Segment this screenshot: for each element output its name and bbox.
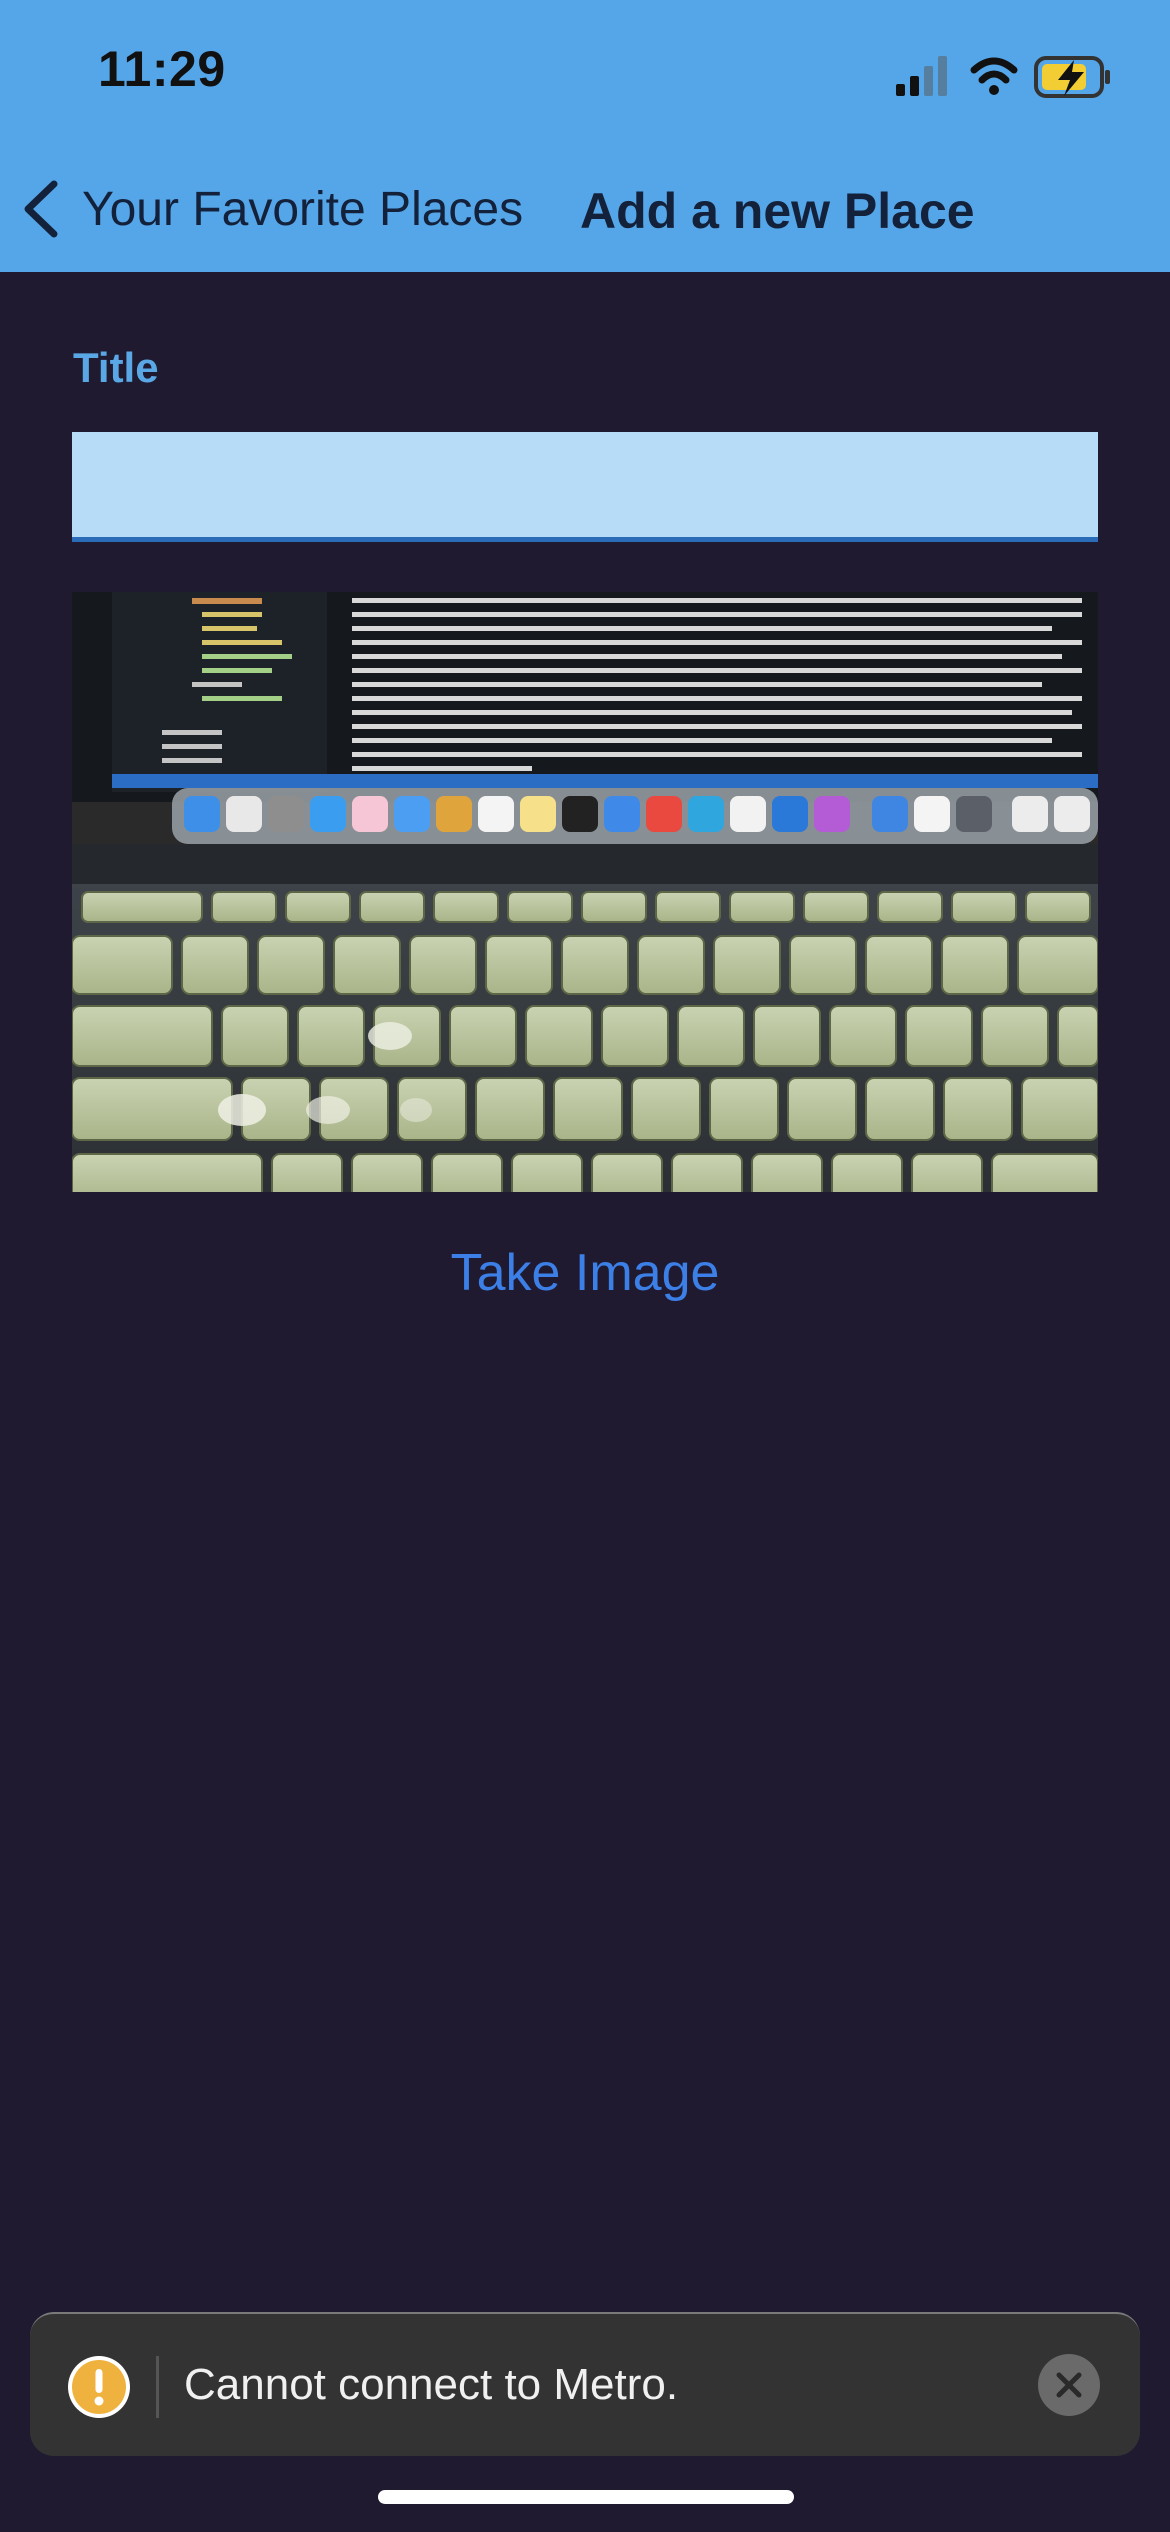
title-input[interactable] [72,432,1098,542]
title-label: Title [73,344,159,391]
screen-title: Add a new Place [580,183,975,239]
home-indicator[interactable] [378,2490,794,2504]
laptop-photo-image [72,592,1098,1192]
cellular-signal-icon [896,56,947,96]
image-preview [72,592,1098,1192]
status-icons [896,56,1110,98]
app-header: 11:29 Your Favorite Places Add a new Pla… [0,0,1170,272]
close-icon [1056,2372,1082,2398]
status-time: 11:29 [98,41,226,97]
error-toast: Cannot connect to Metro. [30,2312,1140,2456]
navigation-bar: Your Favorite Places Add a new Place [0,160,1170,256]
back-button[interactable]: Your Favorite Places [18,174,558,244]
toast-divider [156,2356,159,2418]
wifi-icon [970,57,1018,95]
toast-message: Cannot connect to Metro. [184,2360,679,2409]
chevron-left-icon [24,180,58,238]
warning-icon [68,2356,130,2418]
battery-charging-icon [1034,56,1110,98]
back-label: Your Favorite Places [82,182,524,236]
toast-close-button[interactable] [1038,2354,1100,2416]
take-image-button[interactable]: Take Image [385,1236,785,1310]
